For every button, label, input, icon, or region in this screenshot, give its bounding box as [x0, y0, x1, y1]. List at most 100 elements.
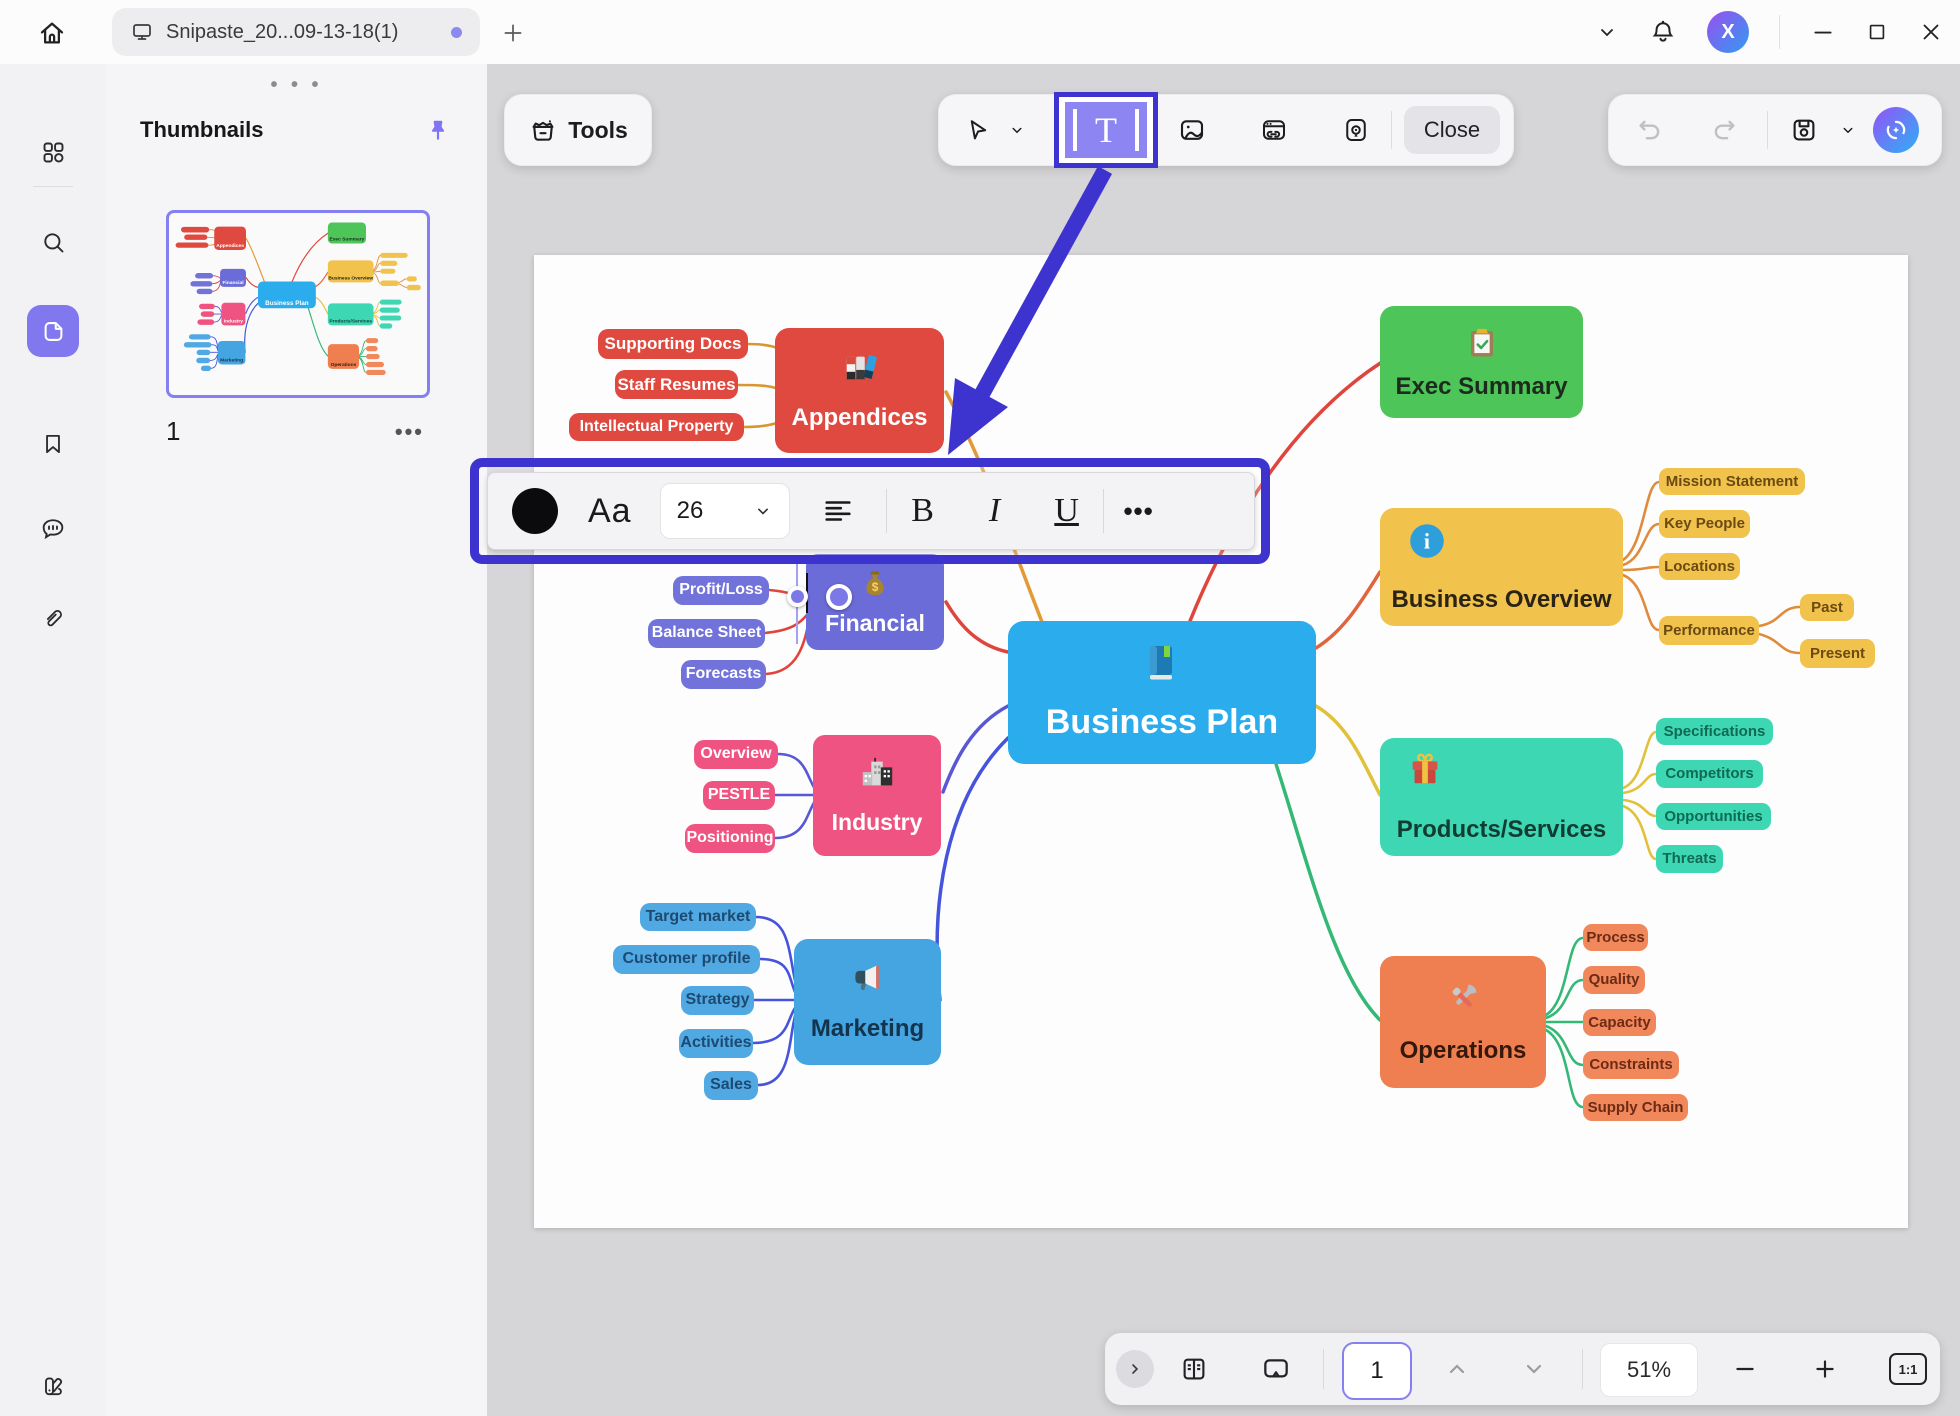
search-button[interactable] [27, 216, 79, 268]
mindmap-node-exec-summary[interactable]: Exec Summary [1380, 306, 1583, 418]
close-edit-button[interactable]: Close [1404, 106, 1500, 154]
mindmap-node-staff-resumes[interactable]: Staff Resumes [615, 370, 738, 399]
mindmap-node-profit-loss[interactable]: Profit/Loss [673, 576, 769, 605]
node-label: Activities [680, 1035, 751, 1052]
new-tab-button[interactable] [498, 18, 528, 48]
mindmap-node-past[interactable]: Past [1800, 594, 1854, 621]
select-tool-button[interactable] [955, 95, 999, 165]
sidebar-item-swatches[interactable] [27, 1360, 79, 1412]
page-number-input[interactable]: 1 [1342, 1342, 1412, 1400]
mindmap-node-opportunities[interactable]: Opportunities [1656, 803, 1771, 830]
select-tool-dropdown[interactable] [1001, 95, 1033, 165]
mindmap-node-capacity[interactable]: Capacity [1583, 1009, 1656, 1036]
mindmap-node-business-overview[interactable]: iBusiness Overview [1380, 508, 1623, 626]
mindmap-node-marketing[interactable]: Marketing [794, 939, 941, 1065]
previous-page-button[interactable] [1437, 1333, 1477, 1405]
mindmap-node-activities[interactable]: Activities [679, 1029, 753, 1058]
mindmap-node-target-market[interactable]: Target market [640, 903, 756, 931]
selection-handle-right[interactable] [826, 584, 852, 610]
page-layout-button[interactable] [1171, 1333, 1217, 1405]
mindmap-node-customer-profile[interactable]: Customer profile [613, 945, 760, 974]
zoom-level-display[interactable]: 51% [1600, 1343, 1698, 1397]
sidebar-item-thumbnails[interactable] [27, 305, 79, 357]
notifications-bell-icon[interactable] [1649, 18, 1677, 46]
sidebar-item-bookmarks[interactable] [27, 418, 79, 470]
mindmap-node-mission-statement[interactable]: Mission Statement [1659, 468, 1805, 495]
sidebar-item-attachments[interactable] [27, 592, 79, 644]
maximize-button[interactable] [1866, 21, 1888, 43]
mindmap-node-present[interactable]: Present [1800, 639, 1875, 668]
mindmap-node-pestle[interactable]: PESTLE [703, 781, 775, 810]
ai-assistant-button[interactable] [1873, 107, 1919, 153]
mindmap-node-threats[interactable]: Threats [1656, 845, 1723, 873]
underline-button[interactable]: U [1031, 492, 1103, 530]
home-button[interactable] [30, 13, 74, 53]
document-page[interactable]: Business Plan Appendices Supporting Docs St… [534, 255, 1908, 1228]
panel-grip-handle[interactable]: • • • [106, 74, 487, 97]
undo-button[interactable] [1627, 95, 1673, 165]
minimize-button[interactable] [1810, 19, 1836, 45]
mindmap-node-intellectual-property[interactable]: Intellectual Property [569, 413, 744, 441]
font-color-button[interactable] [512, 488, 558, 534]
mindmap-node-key-people[interactable]: Key People [1659, 510, 1750, 538]
mindmap-node-operations[interactable]: Operations [1380, 956, 1546, 1088]
mindmap-node-sales[interactable]: Sales [704, 1071, 758, 1100]
thumbnail-more-button[interactable]: ••• [395, 419, 424, 445]
text-bracket-right [1135, 109, 1139, 151]
chevron-down-icon[interactable] [1595, 20, 1619, 44]
italic-button[interactable]: I [959, 492, 1031, 530]
mindmap-node-positioning[interactable]: Positioning [685, 824, 775, 853]
app-grid-menu-button[interactable] [27, 126, 79, 178]
mindmap-node-appendices[interactable]: Appendices [775, 328, 944, 453]
mindmap-node-industry[interactable]: Industry [813, 735, 941, 856]
mindmap-node-quality[interactable]: Quality [1583, 966, 1645, 994]
expand-bar-button[interactable] [1115, 1333, 1155, 1405]
more-format-options-button[interactable]: ••• [1104, 496, 1174, 527]
mindmap-node-supply-chain[interactable]: Supply Chain [1583, 1094, 1688, 1121]
page-thumbnail-1[interactable]: Business PlanAppendicesFinancialIndustry… [166, 210, 430, 398]
mindmap-node-products-services[interactable]: Products/Services [1380, 738, 1623, 856]
font-size-select[interactable]: 26 [660, 483, 790, 539]
link-tool-button[interactable] [1249, 95, 1299, 165]
user-avatar[interactable]: X [1707, 11, 1749, 53]
mindmap-node-performance[interactable]: Performance [1659, 616, 1759, 645]
chevron-down-icon [753, 501, 773, 521]
bold-button[interactable]: B [887, 492, 959, 530]
tools-button[interactable]: Tools [504, 94, 652, 166]
mindmap-node-strategy[interactable]: Strategy [681, 986, 754, 1015]
save-button[interactable] [1781, 95, 1827, 165]
redo-button[interactable] [1701, 95, 1747, 165]
mindmap-node-supporting-docs[interactable]: Supporting Docs [598, 329, 748, 359]
document-tab[interactable]: Snipaste_20...09-13-18(1) [112, 8, 480, 56]
zoom-out-button[interactable] [1725, 1333, 1765, 1405]
presentation-button[interactable] [1253, 1333, 1299, 1405]
font-family-button[interactable]: Aa [588, 492, 632, 531]
next-page-button[interactable] [1514, 1333, 1554, 1405]
mindmap-node-specifications[interactable]: Specifications [1656, 718, 1773, 745]
actual-size-button[interactable]: 1:1 [1883, 1333, 1933, 1405]
sidebar-item-comments[interactable] [27, 503, 79, 555]
zoom-in-button[interactable] [1805, 1333, 1845, 1405]
text-tool-button[interactable]: T [1065, 102, 1147, 158]
mindmap-node-constraints[interactable]: Constraints [1583, 1051, 1679, 1079]
mindmap-node-overview[interactable]: Overview [694, 740, 778, 769]
ai-swirl-icon [1881, 115, 1911, 145]
mindmap-node-process[interactable]: Process [1583, 924, 1648, 951]
left-rail [0, 64, 107, 1416]
pin-panel-icon[interactable] [425, 117, 451, 143]
mindmap-node-business-plan[interactable]: Business Plan [1008, 621, 1316, 764]
close-window-button[interactable] [1918, 19, 1944, 45]
node-label: Specifications [1664, 724, 1766, 740]
node-label: Balance Sheet [652, 625, 761, 642]
align-button[interactable] [790, 494, 886, 528]
mindmap-node-competitors[interactable]: Competitors [1656, 760, 1763, 788]
save-dropdown[interactable] [1831, 95, 1865, 165]
clipboard-icon [1465, 323, 1499, 366]
swatches-icon [39, 1372, 67, 1400]
mindmap-node-forecasts[interactable]: Forecasts [681, 660, 766, 689]
mindmap-node-balance-sheet[interactable]: Balance Sheet [648, 619, 765, 648]
mindmap-node-locations[interactable]: Locations [1659, 553, 1740, 580]
selection-handle-left[interactable] [787, 586, 808, 607]
image-tool-button[interactable] [1167, 95, 1217, 165]
location-tool-button[interactable] [1331, 95, 1381, 165]
